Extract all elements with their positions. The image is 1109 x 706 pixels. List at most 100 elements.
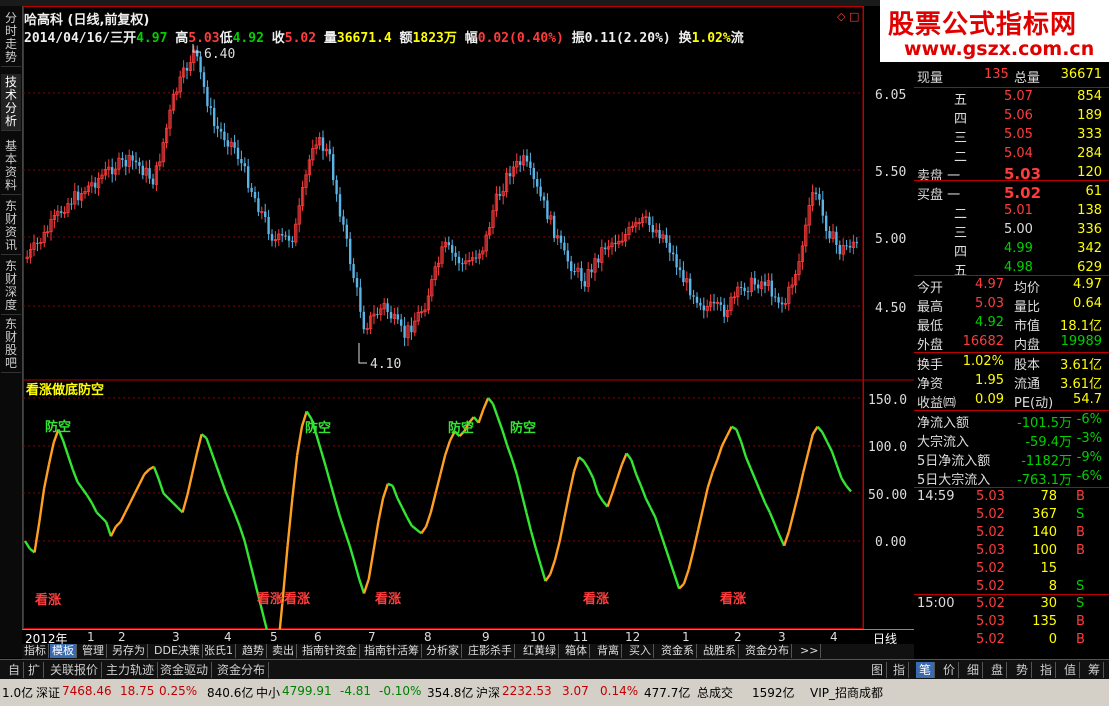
tab-fenshi[interactable]: 分时走势: [1, 10, 21, 67]
sz-change: 18.75: [120, 684, 155, 698]
zx-amt: 354.8亿: [427, 686, 474, 700]
indicator-button[interactable]: 买入: [627, 644, 654, 658]
indicator-button[interactable]: 背离: [595, 644, 622, 658]
indicator-button[interactable]: >>: [798, 644, 822, 658]
candle-body: [573, 271, 576, 273]
indicator-segment: [811, 425, 819, 435]
candle-body: [757, 284, 760, 289]
candle-body: [257, 198, 260, 212]
candle-body: [376, 314, 379, 316]
indicator-button[interactable]: DDE决策: [152, 644, 203, 658]
indicator-button[interactable]: 红黄绿: [521, 644, 559, 658]
candle-body: [148, 168, 151, 179]
date-month: 10: [530, 630, 546, 644]
candle-body: [400, 319, 403, 326]
indicator-button[interactable]: 另存为: [110, 644, 148, 658]
panel-tab[interactable]: 指: [1037, 662, 1057, 678]
panel-tab[interactable]: 价: [940, 662, 960, 678]
candle-body: [818, 194, 821, 200]
candle-body: [855, 242, 858, 244]
bottom-tab[interactable]: 资金驱动: [157, 662, 213, 678]
indicator-button[interactable]: 资金分布: [743, 644, 792, 658]
indicator-button[interactable]: 张氏1: [202, 644, 236, 658]
indicator-segment: [725, 426, 733, 437]
indicator-segment: [109, 526, 117, 537]
indicator-button[interactable]: 指南针活筹: [362, 644, 422, 658]
candle-body: [111, 167, 114, 175]
indicator-button[interactable]: 庄影杀手: [466, 644, 515, 658]
indicator-button[interactable]: 资金系: [659, 644, 697, 658]
indicator-segment: [205, 437, 213, 452]
chart-area[interactable]: 6.05 5.50 5.00 4.50 150.0 100.0 50.00 0.…: [23, 6, 914, 629]
bottom-tab[interactable]: 关联报价: [47, 662, 103, 678]
candle-body: [151, 178, 155, 185]
indicator-segment: [572, 456, 580, 472]
indicator-button[interactable]: 模板: [50, 644, 77, 658]
indicator-segment: [668, 559, 676, 575]
indicator-segment: [243, 540, 251, 561]
bottom-tab[interactable]: 扩: [25, 662, 45, 678]
panel-tab[interactable]: 盘: [988, 662, 1008, 678]
candle-body: [131, 155, 134, 161]
indicator-button[interactable]: 管理: [80, 644, 107, 658]
indicator-segment: [210, 450, 218, 466]
indicator-segment: [195, 433, 203, 454]
ask-row: 五 5.07 854: [954, 89, 1102, 108]
zx-value: 4799.91: [282, 684, 332, 698]
vip-link[interactable]: VIP_招商成都: [810, 684, 883, 701]
site-logo: 股票公式指标网 www.gszx.com.cn: [880, 0, 1109, 62]
indicator-button[interactable]: 战胜系: [701, 644, 739, 658]
bottom-tab[interactable]: 自: [5, 662, 25, 678]
stat-row: 外盘 16682 内盘 19989: [917, 334, 1102, 353]
panel-tab[interactable]: 笔: [916, 662, 936, 678]
candle-body: [848, 245, 852, 248]
tick-row: 5.02 15: [976, 561, 1057, 576]
candle-body: [396, 314, 399, 320]
indicator-segment: [549, 559, 557, 575]
indicator-button[interactable]: 指南针资金: [300, 644, 360, 658]
panel-tab[interactable]: 指: [890, 662, 910, 678]
candle-body: [675, 254, 678, 268]
indicator-button[interactable]: 分析家: [424, 644, 462, 658]
candle-body: [743, 287, 746, 292]
signal-bull: 看涨: [284, 591, 310, 607]
header-turn: 1.02%: [691, 31, 731, 46]
indicator-button[interactable]: 趋势: [240, 644, 267, 658]
indicator-button[interactable]: 卖出: [270, 644, 297, 658]
indicator-segment: [553, 540, 561, 561]
panel-tab[interactable]: 势: [1013, 662, 1033, 678]
indicator-segment: [181, 494, 189, 513]
tab-guba[interactable]: 东财股吧: [1, 316, 21, 373]
header-date: 2014/04/16/三: [24, 31, 124, 46]
tab-jishu[interactable]: 技术分析: [1, 74, 21, 131]
panel-tab[interactable]: 值: [1061, 662, 1081, 678]
tab-shendu[interactable]: 东财深度: [1, 258, 21, 315]
candle-body: [321, 137, 325, 151]
tab-zixun[interactable]: 东财资讯: [1, 198, 21, 255]
vertical-tab-bar: 分时走势 技术分析 基本资料 东财资讯 东财深度 东财股吧: [0, 6, 23, 658]
low-marker-line: [358, 343, 367, 364]
indicator-segment: [157, 478, 165, 494]
indicator-segment: [740, 441, 748, 458]
candle-body: [835, 231, 838, 245]
tab-jiben[interactable]: 基本资料: [1, 138, 21, 195]
quote-header: 哈高科 (日线,前复权) 2014/04/16/三开4.97 高5.03低4.9…: [24, 13, 744, 46]
indicator-segment: [381, 483, 390, 499]
indicator-segment: [81, 487, 89, 496]
panel-tab[interactable]: 筹: [1085, 662, 1105, 678]
indicator-button[interactable]: 箱体: [563, 644, 590, 658]
bottom-tab[interactable]: 资金分布: [214, 662, 270, 678]
indicator-button[interactable]: 指标: [22, 644, 49, 658]
candle-body: [138, 162, 141, 166]
candle-body: [454, 252, 457, 257]
indicator-segment: [315, 433, 323, 451]
indicator-segment: [38, 488, 46, 523]
panel-tab[interactable]: 细: [964, 662, 984, 678]
candle-body: [828, 231, 831, 239]
panel-tab[interactable]: 图: [868, 662, 888, 678]
bottom-tab[interactable]: 主力轨迹: [103, 662, 159, 678]
tick-row: 5.02 30 S: [976, 596, 1085, 611]
fund-flow-row: 大宗流入 -59.4万 -3%: [917, 431, 1102, 450]
date-month: 8: [424, 630, 432, 644]
candle-body: [838, 244, 841, 255]
